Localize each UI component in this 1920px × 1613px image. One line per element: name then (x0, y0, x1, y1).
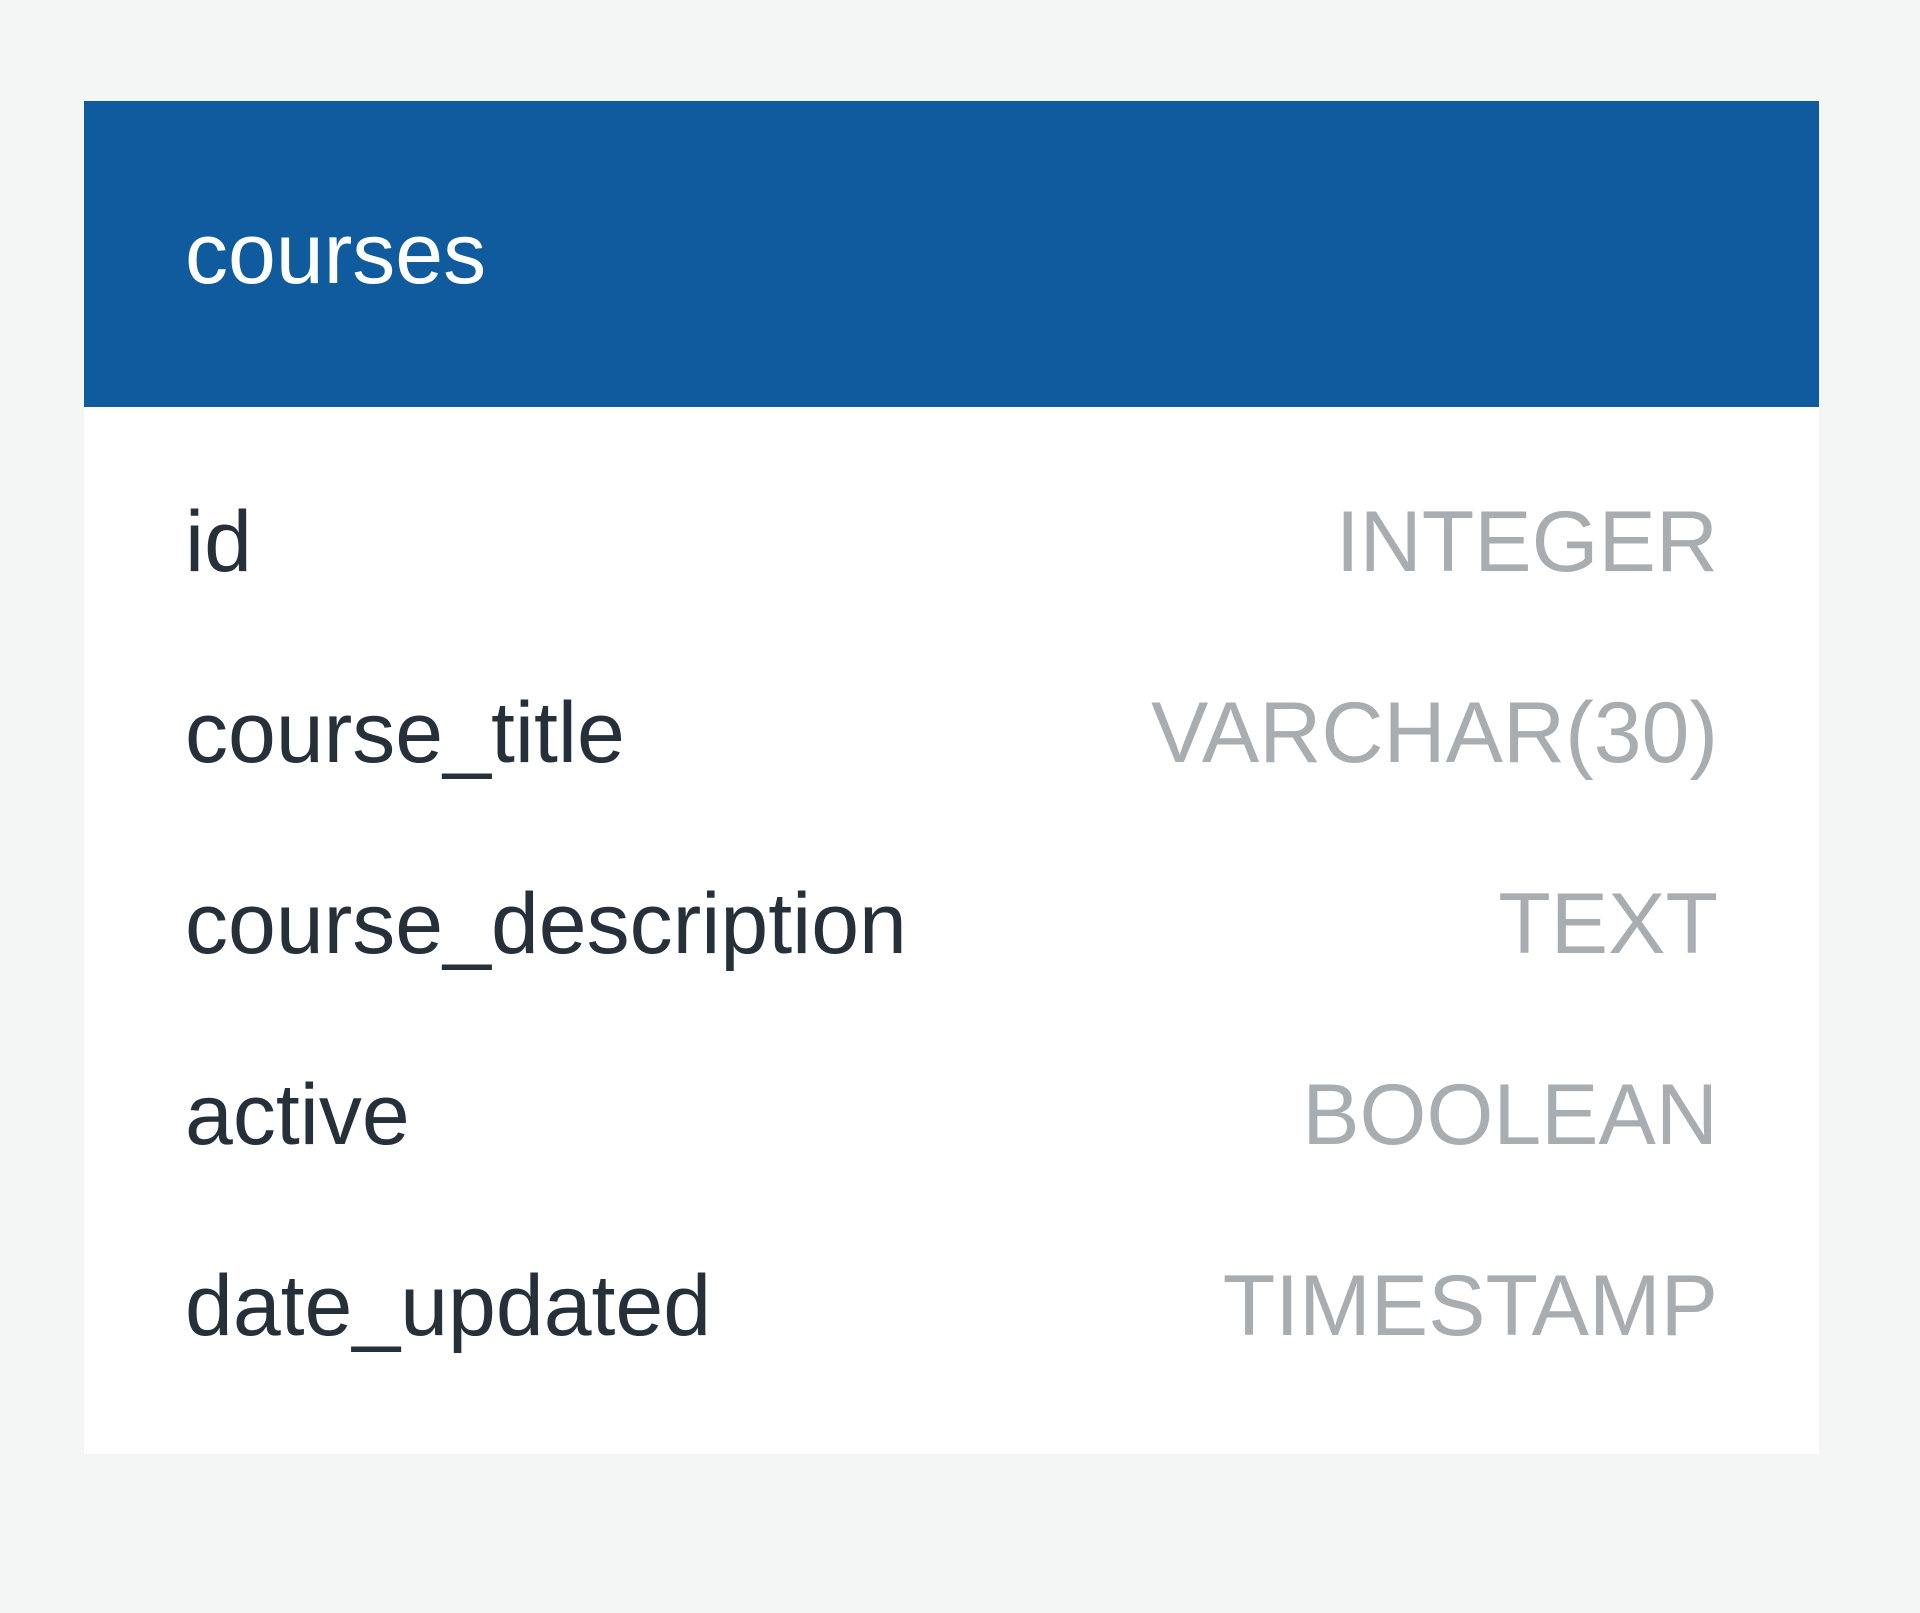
field-type: VARCHAR(30) (1150, 685, 1718, 781)
field-name: date_updated (185, 1258, 712, 1354)
field-name: course_title (185, 685, 625, 781)
field-type: BOOLEAN (1302, 1067, 1718, 1163)
table-header: courses (84, 101, 1819, 407)
table-card-courses[interactable]: courses id INTEGER course_title VARCHAR(… (84, 101, 1819, 1454)
field-row: active BOOLEAN (84, 1020, 1819, 1211)
table-title: courses (185, 206, 487, 302)
field-name: id (185, 494, 252, 590)
field-row: course_description TEXT (84, 829, 1819, 1020)
field-list: id INTEGER course_title VARCHAR(30) cour… (84, 407, 1819, 1402)
field-row: course_title VARCHAR(30) (84, 638, 1819, 829)
field-row: date_updated TIMESTAMP (84, 1211, 1819, 1402)
field-name: active (185, 1067, 410, 1163)
field-type: TEXT (1498, 876, 1718, 972)
field-type: TIMESTAMP (1222, 1258, 1718, 1354)
field-name: course_description (185, 876, 907, 972)
field-type: INTEGER (1335, 494, 1718, 590)
field-row: id INTEGER (84, 447, 1819, 638)
